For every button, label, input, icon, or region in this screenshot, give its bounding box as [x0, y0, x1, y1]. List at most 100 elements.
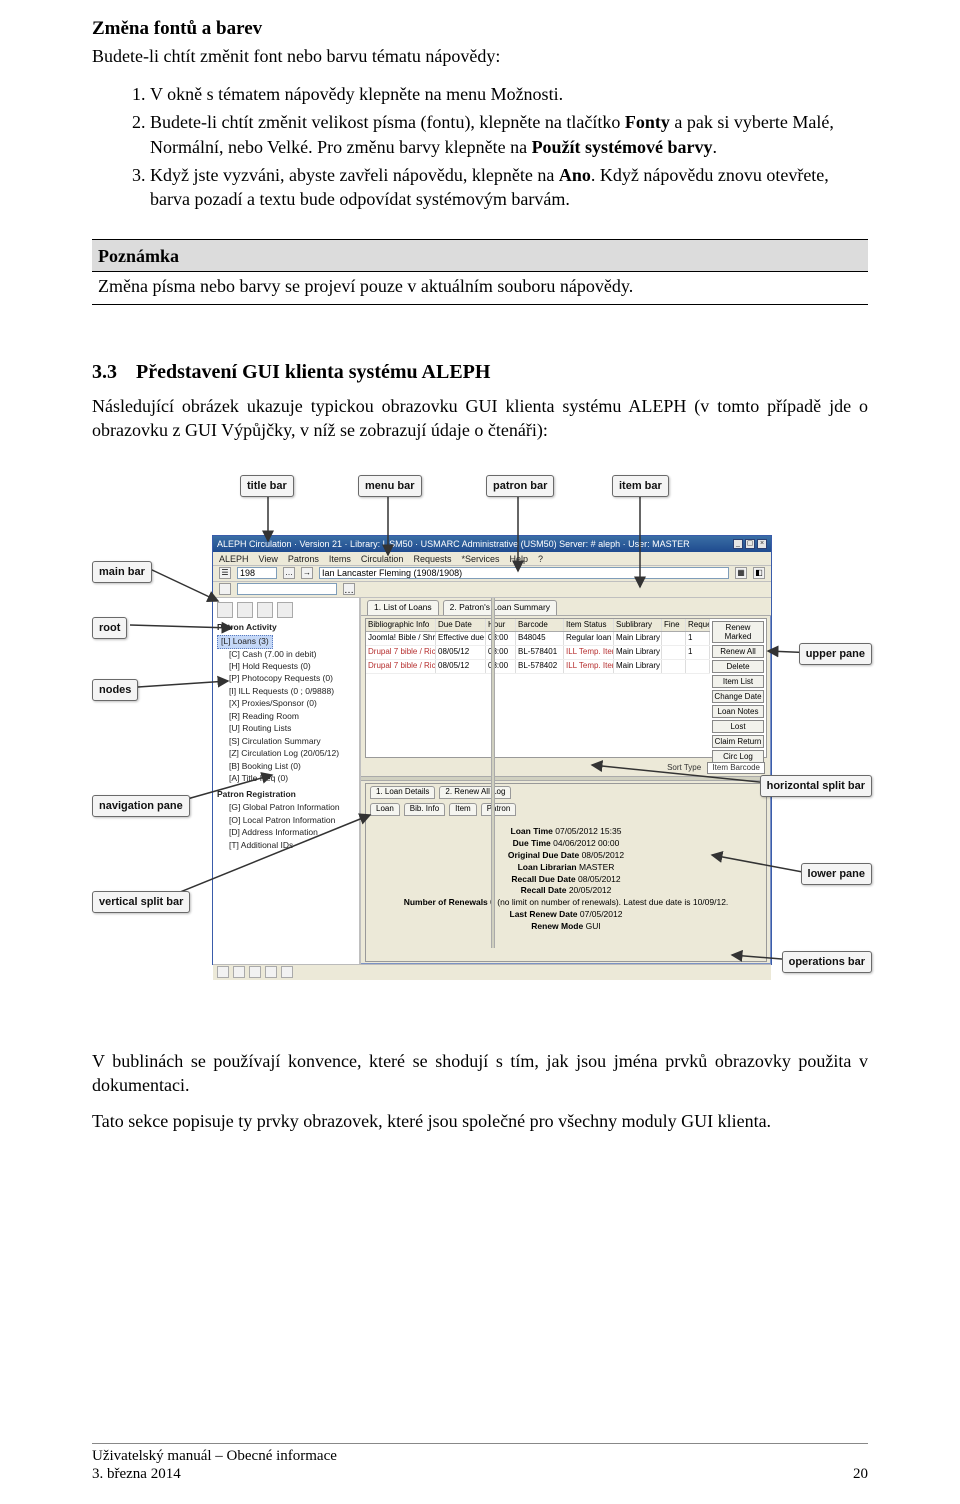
patron-lookup-icon[interactable]: …	[283, 567, 295, 579]
patron-go-icon[interactable]: →	[301, 567, 313, 579]
sort-row: Sort Type Item Barcode	[361, 760, 771, 777]
menu-services[interactable]: *Services	[461, 553, 499, 564]
menu-aleph[interactable]: ALEPH	[219, 553, 249, 564]
footer-date: 3. března 2014	[92, 1465, 337, 1484]
lower-subtab[interactable]: Loan	[370, 803, 400, 816]
nav-node[interactable]: [O] Local Patron Information	[217, 815, 355, 826]
action-button[interactable]: Renew Marked	[712, 621, 764, 643]
menu-[interactable]: ?	[538, 553, 543, 564]
action-button[interactable]: Lost	[712, 720, 764, 733]
upper-buttons: Renew Marked Renew All Delete Item List Chan…	[710, 619, 766, 757]
main-bar-icons[interactable]	[217, 602, 355, 618]
lower-subtab[interactable]: Bib. Info	[404, 803, 445, 816]
step-3: Když jste vyzváni, abyste zavřeli nápově…	[150, 163, 868, 212]
opsbar-icon-1[interactable]	[217, 966, 229, 978]
col-header: Item Status	[564, 619, 614, 632]
nav-node[interactable]: [R] Reading Room	[217, 711, 355, 722]
nav-node[interactable]: [G] Global Patron Information	[217, 802, 355, 813]
upper-tab[interactable]: 2. Patron's Loan Summary	[443, 600, 557, 614]
app-window: ALEPH Circulation · Version 21 · Library…	[212, 535, 772, 965]
opsbar-icon-3[interactable]	[249, 966, 261, 978]
action-button[interactable]: Change Date	[712, 690, 764, 703]
operations-bar[interactable]	[213, 964, 771, 980]
action-button[interactable]: Item List	[712, 675, 764, 688]
main-bar-icon-2[interactable]	[237, 602, 253, 618]
menu-view[interactable]: View	[259, 553, 278, 564]
lower-tabs-top[interactable]: 1. Loan Details 2. Renew All Log	[366, 784, 766, 801]
table-row[interactable]: Drupal 7 bible / Ric Shreves, Brice Dunw…	[366, 660, 710, 674]
app-titlebar: ALEPH Circulation · Version 21 · Library…	[213, 536, 771, 552]
col-header: Due Date	[436, 619, 486, 632]
app-item-bar[interactable]: …	[213, 582, 771, 598]
nav-node[interactable]: [B] Booking List (0)	[217, 761, 355, 772]
nav-node[interactable]: [X] Proxies/Sponsor (0)	[217, 698, 355, 709]
nav-node[interactable]: [D] Address Information	[217, 827, 355, 838]
nav-node[interactable]: [I] ILL Requests (0 ; 0/9888)	[217, 686, 355, 697]
patron-mode-icon[interactable]: ☰	[219, 567, 231, 579]
app-menubar[interactable]: ALEPH View Patrons Items Circulation Requests…	[213, 552, 771, 566]
window-buttons: _ ▢ ×	[733, 539, 767, 549]
nav-node[interactable]: [T] Additional IDs	[217, 840, 355, 851]
lower-subtab[interactable]: Item	[449, 803, 477, 816]
callout-nodes: nodes	[92, 679, 138, 702]
item-lookup-icon[interactable]: …	[343, 583, 355, 595]
table-row[interactable]: Joomla! Bible / Shreves, BriceEffective …	[366, 632, 710, 646]
menu-items[interactable]: Items	[329, 553, 351, 564]
chapter-number: 3.3	[92, 359, 136, 386]
menu-help[interactable]: Help	[510, 553, 529, 564]
patron-aux-icon[interactable]: ▦	[735, 567, 747, 579]
vertical-split-bar[interactable]	[491, 598, 495, 948]
nav-node[interactable]: [C] Cash (7.00 in debit)	[217, 649, 355, 660]
minimize-button[interactable]: _	[733, 539, 743, 549]
table-row[interactable]: Drupal 7 bible / Ric Shreves, Brice Dunw…	[366, 646, 710, 660]
callout-root: root	[92, 617, 127, 640]
menu-patrons[interactable]: Patrons	[288, 553, 319, 564]
after-paragraph-1: V bublinách se používají konvence, které…	[92, 1049, 868, 1098]
main-bar-icon-3[interactable]	[257, 602, 273, 618]
main-bar-icon-4[interactable]	[277, 602, 293, 618]
lower-tabs-sub[interactable]: Loan Bib. Info Item Patron	[366, 801, 766, 818]
action-button[interactable]: Loan Notes	[712, 705, 764, 718]
upper-tab[interactable]: 1. List of Loans	[367, 600, 439, 614]
nav-node[interactable]: [S] Circulation Summary	[217, 736, 355, 747]
app-title-text: ALEPH Circulation · Version 21 · Library…	[217, 538, 690, 550]
opsbar-icon-5[interactable]	[281, 966, 293, 978]
patron-aux2-icon[interactable]: ◧	[753, 567, 765, 579]
opsbar-icon-4[interactable]	[265, 966, 277, 978]
menu-circulation[interactable]: Circulation	[361, 553, 404, 564]
app-patron-bar[interactable]: ☰ … → ▦ ◧	[213, 566, 771, 582]
nav-node[interactable]: [A] Title Req (0)	[217, 773, 355, 784]
opsbar-icon-2[interactable]	[233, 966, 245, 978]
lower-tab[interactable]: 1. Loan Details	[370, 786, 435, 799]
item-barcode-field[interactable]	[237, 583, 337, 595]
nav-node[interactable]: [Z] Circulation Log (20/05/12)	[217, 748, 355, 759]
callout-upper-pane: upper pane	[799, 643, 872, 666]
sort-select[interactable]: Item Barcode	[707, 762, 765, 775]
nav-node[interactable]: [P] Photocopy Requests (0)	[217, 673, 355, 684]
menu-requests[interactable]: Requests	[413, 553, 451, 564]
callout-main-bar: main bar	[92, 561, 152, 584]
nav-node[interactable]: [H] Hold Requests (0)	[217, 661, 355, 672]
horizontal-split-bar[interactable]	[361, 776, 771, 781]
callout-patron-bar: patron bar	[486, 475, 554, 498]
close-button[interactable]: ×	[757, 539, 767, 549]
callout-vertical-split-bar: vertical split bar	[92, 891, 190, 914]
action-button[interactable]: Delete	[712, 660, 764, 673]
nav-root[interactable]: [L] Loans (3)	[217, 635, 355, 648]
navigation-pane[interactable]: Patron Activity [L] Loans (3) [C] Cash (…	[213, 598, 361, 964]
action-button[interactable]: Claim Return	[712, 735, 764, 748]
maximize-button[interactable]: ▢	[745, 539, 755, 549]
patron-id-field[interactable]	[237, 567, 277, 579]
lower-tab[interactable]: 2. Renew All Log	[439, 786, 511, 799]
nav-node[interactable]: [U] Routing Lists	[217, 723, 355, 734]
patron-name-field[interactable]	[319, 567, 729, 579]
chapter-heading: 3.3Představení GUI klienta systému ALEPH	[92, 359, 868, 386]
lower-subtab[interactable]: Patron	[481, 803, 517, 816]
after-paragraph-2: Tato sekce popisuje ty prvky obrazovek, …	[92, 1109, 868, 1133]
action-button[interactable]: Renew All	[712, 645, 764, 658]
item-icon[interactable]	[219, 583, 231, 595]
upper-tabs[interactable]: 1. List of Loans 2. Patron's Loan Summary	[361, 598, 771, 616]
callout-lower-pane: lower pane	[801, 863, 872, 886]
page-footer: Uživatelský manuál – Obecné informace 3.…	[92, 1443, 868, 1485]
main-bar-icon-1[interactable]	[217, 602, 233, 618]
